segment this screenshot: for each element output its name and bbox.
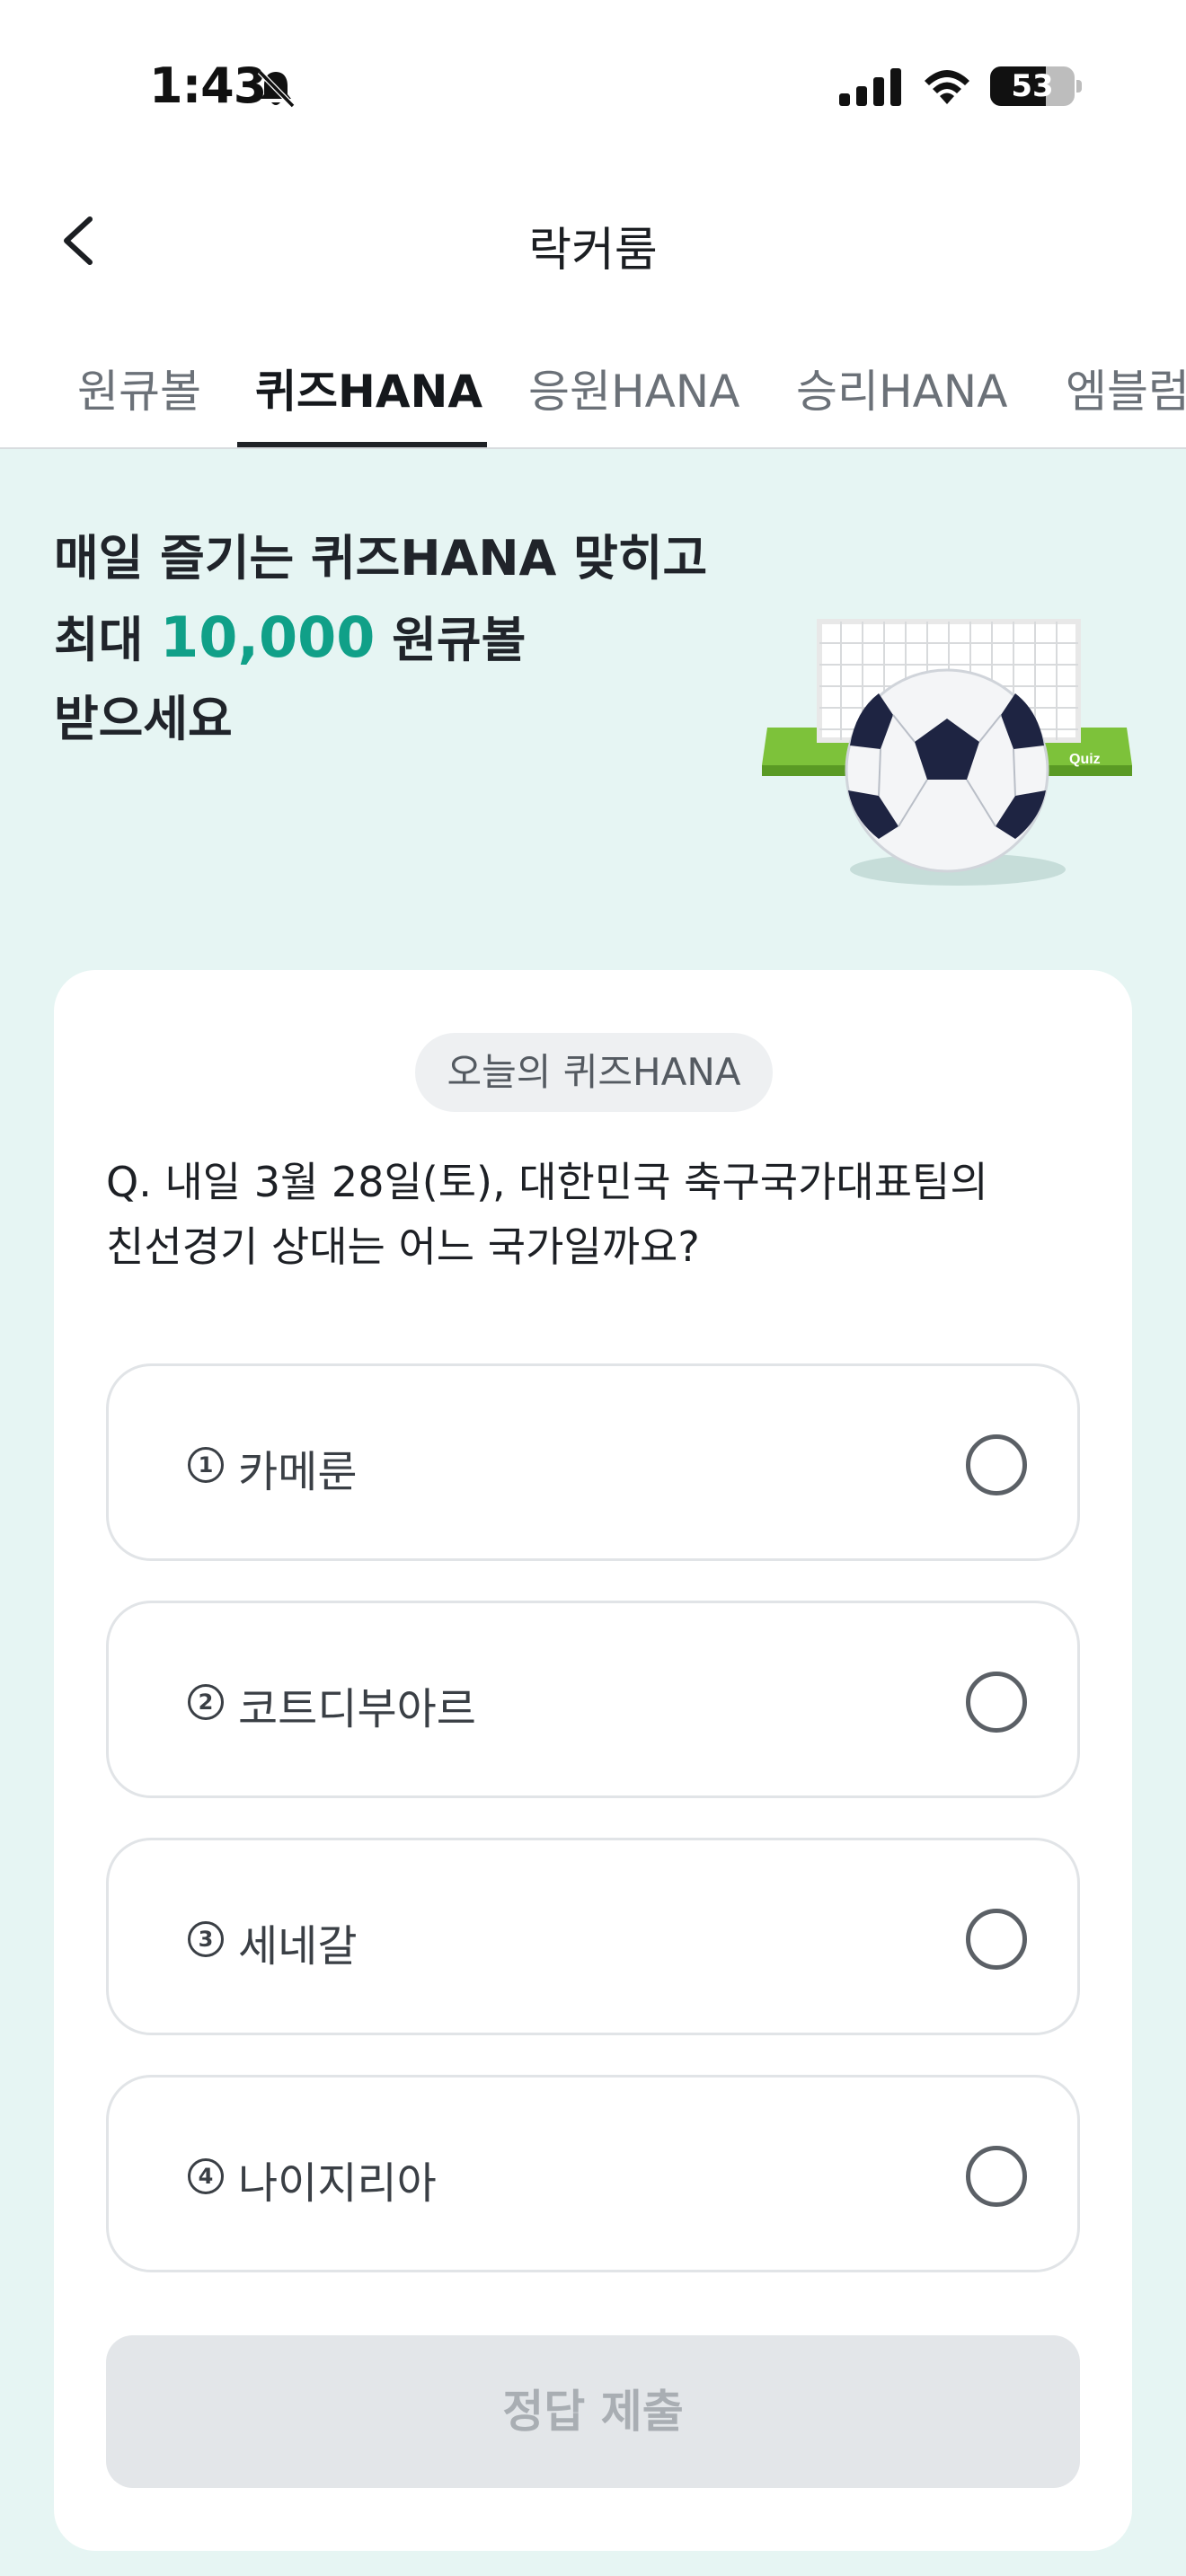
page-title: 락커룸 (528, 224, 658, 278)
todays-quiz-badge: 오늘의 퀴즈HANA (415, 1033, 773, 1112)
option-label: 나이지리아 (238, 2158, 437, 2209)
status-time: 1:43 (149, 57, 267, 114)
option-number: 1 (188, 1447, 224, 1483)
tab-bar: 원큐볼 퀴즈HANA 응원HANA 승리HANA 엠블럼 (0, 356, 1186, 449)
answer-option-1[interactable]: 1 카메룬 (106, 1363, 1080, 1561)
bell-off-icon (257, 69, 296, 109)
answer-option-2[interactable]: 2 코트디부아르 (106, 1601, 1080, 1798)
tab-victory-hana[interactable]: 승리HANA (796, 356, 1007, 420)
tab-cheer-hana[interactable]: 응원HANA (528, 356, 739, 420)
option-number: 2 (188, 1684, 224, 1720)
radio-icon[interactable] (966, 1909, 1027, 1970)
signal-icon (839, 68, 901, 106)
banner-line-2: 최대 10,000 원큐볼 (54, 604, 527, 670)
tab-emblem[interactable]: 엠블럼 (1066, 356, 1186, 420)
banner-line-3: 받으세요 (54, 691, 233, 747)
option-label: 코트디부아르 (238, 1684, 476, 1734)
art-quiz-label: Quiz (1069, 752, 1101, 767)
submit-answer-button[interactable]: 정답 제출 (106, 2335, 1080, 2488)
battery-icon: 53 (990, 66, 1082, 106)
radio-icon[interactable] (966, 2146, 1027, 2207)
question-line-1: Q. 내일 3월 28일(토), 대한민국 축구국가대표팀의 (106, 1158, 988, 1206)
reward-amount: 10,000 (160, 604, 376, 670)
promo-banner-text: 매일 즐기는 퀴즈HANA 맞히고 최대 10,000 원큐볼 받으세요 (54, 519, 707, 759)
soccer-goal-illustration: Quiz (762, 619, 1132, 886)
quiz-card: 오늘의 퀴즈HANA Q. 내일 3월 28일(토), 대한민국 축구국가대표팀… (54, 970, 1132, 2551)
tab-quiz-hana[interactable]: 퀴즈HANA (255, 356, 482, 420)
active-tab-indicator (237, 442, 487, 447)
option-label: 세네갈 (238, 1921, 358, 1972)
option-number: 3 (188, 1921, 224, 1957)
tab-wonqball[interactable]: 원큐볼 (77, 356, 201, 420)
option-label: 카메룬 (238, 1447, 358, 1497)
question-line-2: 친선경기 상대는 어느 국가일까요? (106, 1222, 700, 1271)
radio-icon[interactable] (966, 1672, 1027, 1733)
answer-option-4[interactable]: 4 나이지리아 (106, 2075, 1080, 2272)
top-bar: 1:43 53 락커룸 원큐볼 퀴즈HANA 응원HANA 승리HANA 엠블럼 (0, 0, 1186, 449)
quiz-question: Q. 내일 3월 28일(토), 대한민국 축구국가대표팀의 친선경기 상대는 … (106, 1150, 1094, 1279)
banner-line-1: 매일 즐기는 퀴즈HANA 맞히고 (54, 530, 708, 587)
wifi-icon (925, 70, 969, 104)
option-number: 4 (188, 2158, 224, 2194)
answer-option-3[interactable]: 3 세네갈 (106, 1838, 1080, 2035)
radio-icon[interactable] (966, 1434, 1027, 1495)
battery-level: 53 (1011, 68, 1054, 104)
